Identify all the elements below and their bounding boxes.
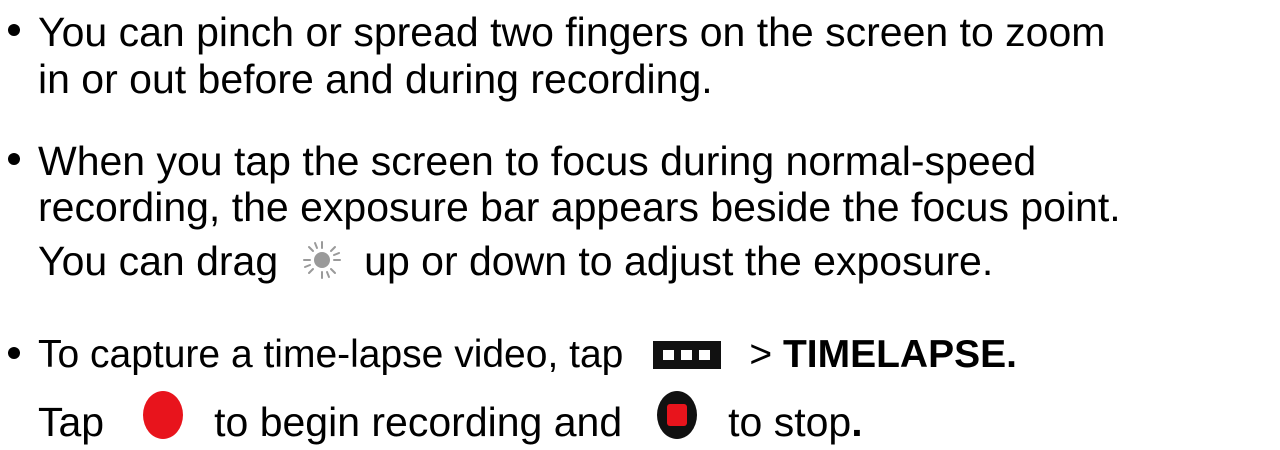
begin-recording-text: to begin recording and <box>214 399 623 445</box>
bullet-2-line-1: When you tap the screen to focus during … <box>38 138 1037 184</box>
bullet-3-line-2: Tap to begin recording and to stop. <box>38 391 863 450</box>
exposure-sun-icon <box>302 240 342 280</box>
bullet-marker <box>8 153 20 165</box>
bullet-3-line-1: To capture a time-lapse video, tap > TIM… <box>38 331 1017 379</box>
more-options-icon <box>653 333 722 369</box>
tap-text: Tap <box>38 399 105 445</box>
record-button-icon <box>142 390 184 440</box>
bullet-1-line-2: in or out before and during recording. <box>38 56 713 102</box>
bullet-marker <box>8 24 20 36</box>
drag-text: You can drag <box>38 238 279 284</box>
menu-arrow: > <box>749 333 773 376</box>
bullet-2-line-3: You can drag up or down to adjust the ex… <box>38 237 993 285</box>
bullet-2-line-2: recording, the exposure bar appears besi… <box>38 184 1121 230</box>
to-stop-text: to stop <box>728 399 852 445</box>
adjust-exposure-text: up or down to adjust the exposure. <box>364 238 994 284</box>
stop-button-icon <box>656 390 698 440</box>
bullet-1-line-1: You can pinch or spread two fingers on t… <box>38 9 1106 55</box>
final-period: . <box>851 399 863 445</box>
bullet-marker <box>8 347 20 359</box>
timelapse-intro-text: To capture a time-lapse video, tap <box>38 333 624 376</box>
timelapse-label: TIMELAPSE. <box>782 333 1017 376</box>
